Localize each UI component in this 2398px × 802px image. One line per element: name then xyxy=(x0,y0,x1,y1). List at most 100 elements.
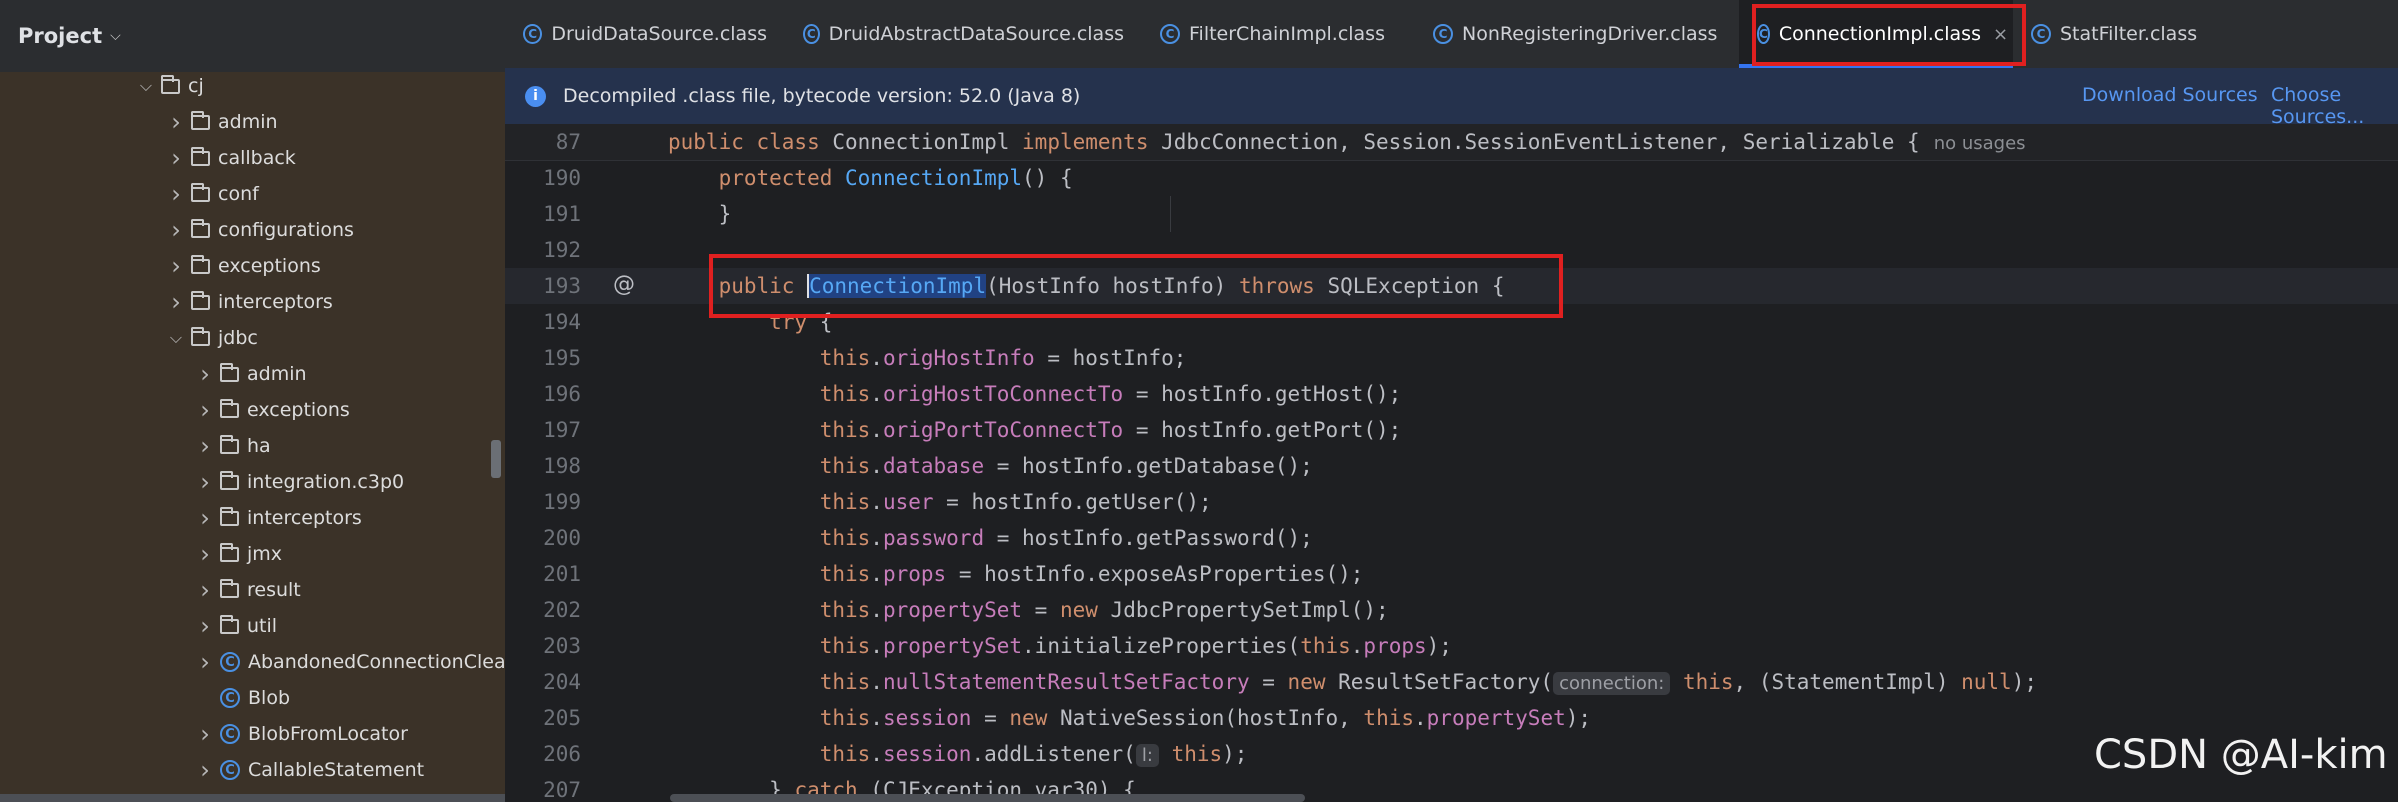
code-token: (HostInfo hostInfo) xyxy=(986,274,1239,298)
chevron-down-icon[interactable]: ⌵ xyxy=(135,76,157,96)
project-panel-header[interactable]: Project ⌵ xyxy=(0,0,505,72)
code-text: } xyxy=(668,202,732,226)
chevron-right-icon[interactable]: › xyxy=(194,612,216,640)
chevron-right-icon[interactable]: › xyxy=(194,432,216,460)
code-editor[interactable]: 87 public class ConnectionImpl implement… xyxy=(505,124,2398,802)
implements-gutter-icon[interactable]: @ xyxy=(613,272,635,297)
chevron-down-icon[interactable]: ⌵ xyxy=(110,28,121,44)
editor-tab[interactable]: C StatFilter.class xyxy=(2013,0,2231,68)
folder-icon xyxy=(191,254,210,274)
tree-folder-item[interactable]: › interceptors xyxy=(194,500,362,536)
chevron-right-icon[interactable]: › xyxy=(194,468,216,496)
code-line: 191 } xyxy=(505,196,2398,232)
parameter-hint: l: xyxy=(1135,744,1159,767)
chevron-right-icon[interactable]: › xyxy=(194,720,216,748)
editor-tab[interactable]: C DruidDataSource.class xyxy=(505,0,785,68)
chevron-right-icon[interactable]: › xyxy=(194,540,216,568)
code-token: = hostInfo.getUser(); xyxy=(933,490,1212,514)
class-icon: C xyxy=(1433,24,1453,44)
tree-folder-item[interactable]: › exceptions xyxy=(194,392,350,428)
tree-folder-item[interactable]: › result xyxy=(194,572,301,608)
code-token: ConnectionImpl xyxy=(832,130,1023,154)
tree-item-label: ha xyxy=(247,435,271,457)
code-token: . xyxy=(1350,634,1364,658)
usages-hint[interactable]: no usages xyxy=(1934,133,2026,154)
tree-folder-item[interactable]: › exceptions xyxy=(165,248,321,284)
tree-item-label: util xyxy=(247,615,278,637)
code-token: this xyxy=(668,742,871,766)
code-token: ConnectionImpl xyxy=(845,166,1023,190)
tree-folder-item[interactable]: › conf xyxy=(165,176,259,212)
tree-item-label: exceptions xyxy=(218,255,321,277)
tree-class-item[interactable]: C Blob xyxy=(194,680,290,716)
tree-folder-item[interactable]: › ha xyxy=(194,428,271,464)
tree-folder-item[interactable]: › jmx xyxy=(194,536,282,572)
tree-folder-item[interactable]: › admin xyxy=(165,104,277,140)
code-token: = hostInfo.exposeAsProperties(); xyxy=(946,562,1364,586)
folder-icon xyxy=(220,506,239,526)
chevron-right-icon[interactable]: › xyxy=(194,648,216,676)
chevron-right-icon[interactable]: › xyxy=(165,144,187,172)
code-line: 196 this.origHostToConnectTo = hostInfo.… xyxy=(505,376,2398,412)
chevron-right-icon[interactable]: › xyxy=(194,396,216,424)
download-sources-link[interactable]: Download Sources xyxy=(2082,84,2258,106)
editor-tab[interactable]: C NonRegisteringDriver.class xyxy=(1415,0,1739,68)
choose-sources-link[interactable]: Choose Sources... xyxy=(2271,84,2398,128)
code-token: propertySet xyxy=(1426,706,1566,730)
code-token: ResultSetFactory( xyxy=(1338,670,1554,694)
chevron-right-icon[interactable]: › xyxy=(165,108,187,136)
code-line: 202 this.propertySet = new JdbcPropertyS… xyxy=(505,592,2398,628)
tree-item-label: jmx xyxy=(247,543,283,565)
tree-folder-item[interactable]: › configurations xyxy=(165,212,354,248)
tree-item-label: exceptions xyxy=(247,399,350,421)
tree-folder-item[interactable]: ⌵ cj xyxy=(135,68,204,104)
chevron-right-icon[interactable]: › xyxy=(165,216,187,244)
editor-tab[interactable]: C ConnectionImpl.class × xyxy=(1739,0,2013,68)
tree-scrollbar[interactable] xyxy=(491,440,501,478)
code-text: this.origHostToConnectTo = hostInfo.getH… xyxy=(668,382,1402,406)
decompiled-banner: i Decompiled .class file, bytecode versi… xyxy=(505,68,2398,128)
tree-folder-item[interactable]: › integration.c3p0 xyxy=(194,464,404,500)
code-token: this xyxy=(668,598,871,622)
chevron-right-icon[interactable]: › xyxy=(165,252,187,280)
editor-horizontal-scrollbar[interactable] xyxy=(670,794,1305,802)
tree-folder-item[interactable]: › callback xyxy=(165,140,296,176)
code-token: origHostToConnectTo xyxy=(882,382,1124,406)
code-text: this.database = hostInfo.getDatabase(); xyxy=(668,454,1313,478)
chevron-right-icon[interactable]: › xyxy=(165,180,187,208)
tree-item-label: BlobFromLocator xyxy=(248,723,408,745)
chevron-right-icon[interactable]: › xyxy=(194,360,216,388)
tree-class-item[interactable]: › C AbandonedConnectionCleanu xyxy=(194,644,505,680)
code-token: . xyxy=(870,418,883,442)
tree-folder-item[interactable]: ⌵ jdbc xyxy=(165,320,258,356)
tree-folder-item[interactable]: › interceptors xyxy=(165,284,333,320)
line-number: 194 xyxy=(543,310,581,334)
project-panel: Project ⌵ ⌵ cj › admin › callback › conf › config… xyxy=(0,0,505,802)
editor-tab[interactable]: C DruidAbstractDataSource.class xyxy=(785,0,1142,68)
tree-folder-item[interactable]: › util xyxy=(194,608,277,644)
code-text: this.propertySet.initializeProperties(th… xyxy=(668,634,1452,658)
code-text: this.props = hostInfo.exposeAsProperties… xyxy=(668,562,1364,586)
tree-folder-item[interactable]: › admin xyxy=(194,356,306,392)
close-tab-icon[interactable]: × xyxy=(1993,24,2008,45)
tree-class-item[interactable]: › C CallableStatement xyxy=(194,752,424,788)
chevron-right-icon[interactable]: › xyxy=(194,576,216,604)
line-number: 197 xyxy=(543,418,581,442)
line-number: 198 xyxy=(543,454,581,478)
chevron-right-icon[interactable]: › xyxy=(194,504,216,532)
chevron-right-icon[interactable]: › xyxy=(165,288,187,316)
code-token: = hostInfo.getPassword(); xyxy=(984,526,1313,550)
code-token: . xyxy=(870,562,883,586)
code-token: ); xyxy=(1426,634,1452,658)
folder-icon xyxy=(220,470,239,490)
chevron-right-icon[interactable]: › xyxy=(194,756,216,784)
code-token: origHostInfo xyxy=(882,346,1035,370)
code-text: this.session = new NativeSession(hostInf… xyxy=(668,706,1591,730)
tree-class-item[interactable]: › C BlobFromLocator xyxy=(194,716,408,752)
chevron-down-icon[interactable]: ⌵ xyxy=(165,328,187,348)
code-token: } xyxy=(668,202,732,226)
code-token: null xyxy=(1961,670,2012,694)
editor-tab[interactable]: C FilterChainImpl.class xyxy=(1142,0,1415,68)
tree-horizontal-scrollbar[interactable] xyxy=(0,794,505,802)
tree-item-label: AbandonedConnectionCleanu xyxy=(248,651,505,673)
